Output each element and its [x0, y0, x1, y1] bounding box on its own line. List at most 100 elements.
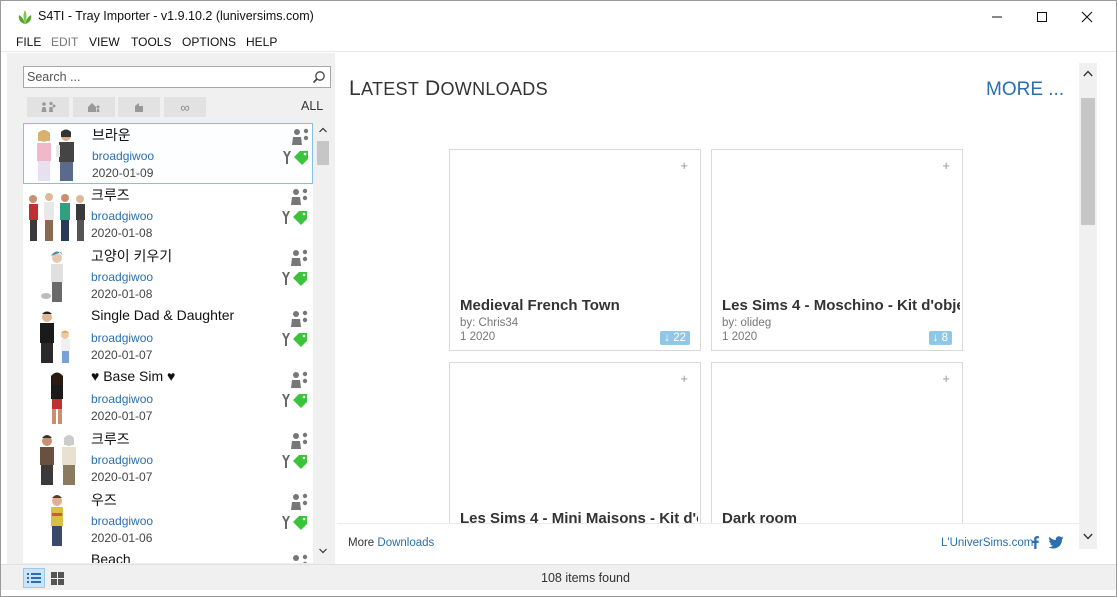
item-author-link[interactable]: broadgiwoo [92, 149, 154, 163]
download-arrow-icon: ↓ [664, 332, 674, 344]
household-type-icon [291, 188, 308, 205]
list-view-icon [27, 573, 41, 583]
item-date: 2020-01-08 [91, 287, 153, 301]
heading-text: LATEST DOWNLOADS [349, 77, 548, 100]
item-date: 2020-01-07 [91, 470, 153, 484]
close-button[interactable] [1064, 1, 1110, 32]
card-title: Medieval French Town [460, 297, 620, 314]
tray-item-list[interactable]: 브라운 broadgiwoo 2020-01-09 크루즈 broadgiwoo… [23, 123, 313, 563]
more-link[interactable]: MORE ... [986, 79, 1064, 101]
add-icon[interactable]: + [942, 371, 950, 386]
twitter-icon[interactable] [1048, 536, 1064, 549]
item-date: 2020-01-08 [91, 226, 153, 240]
tools-tag-icon [282, 211, 307, 225]
filter-all-label[interactable]: ALL [301, 99, 323, 113]
menu-edit[interactable]: EDIT [51, 35, 78, 49]
list-item[interactable]: 고양이 키우기 broadgiwoo 2020-01-08 [23, 245, 313, 306]
maximize-button[interactable] [1019, 1, 1065, 32]
tools-tag-icon [282, 272, 307, 286]
tools-tag-icon [282, 455, 307, 469]
household-type-icon [291, 310, 308, 327]
app-logo-icon [18, 10, 32, 24]
item-author-link[interactable]: broadgiwoo [91, 453, 153, 467]
item-name: 우즈 [91, 492, 117, 508]
site-link[interactable]: L'UniverSims.com [941, 537, 1033, 549]
main-panel: LATEST DOWNLOADS MORE ... + Medieval Fre… [337, 53, 1098, 564]
item-date: 2020-01-07 [91, 348, 153, 362]
infinity-icon: ∞ [180, 99, 190, 115]
grid-view-icon [50, 571, 64, 585]
item-author-link[interactable]: broadgiwoo [91, 270, 153, 284]
household-type-icon [291, 371, 308, 388]
maximize-icon [1037, 11, 1047, 22]
item-name: Beach [91, 551, 131, 563]
household-thumbnail [40, 435, 76, 485]
tools-tag-icon [283, 151, 308, 165]
menu-file[interactable]: FILE [16, 35, 41, 49]
card-author: by: olideg [722, 317, 772, 329]
item-date: 2020-01-07 [91, 409, 153, 423]
footer-more-text: More [348, 537, 375, 549]
chevron-up-icon[interactable] [319, 127, 327, 133]
item-author-link[interactable]: broadgiwoo [91, 514, 153, 528]
list-item[interactable]: 브라운 broadgiwoo 2020-01-09 [23, 123, 313, 184]
item-name: 고양이 키우기 [91, 248, 173, 264]
list-scrollbar[interactable] [315, 123, 331, 563]
list-item[interactable]: 크루즈 broadgiwoo 2020-01-07 [23, 428, 313, 489]
list-item[interactable]: 크루즈 broadgiwoo 2020-01-08 [23, 184, 313, 245]
grid-view-button[interactable] [46, 568, 68, 588]
household-type-icon [291, 493, 308, 510]
search-icon[interactable] [312, 70, 326, 84]
menu-tools[interactable]: TOOLS [131, 35, 171, 49]
filter-rooms-button[interactable] [118, 97, 160, 117]
status-bar: 108 items found [1, 564, 1116, 590]
item-author-link[interactable]: broadgiwoo [91, 209, 153, 223]
list-item[interactable]: 우즈 broadgiwoo 2020-01-06 [23, 489, 313, 550]
item-date: 2020-01-06 [91, 531, 153, 545]
item-author-link[interactable]: broadgiwoo [91, 331, 153, 345]
filter-lots-button[interactable] [73, 97, 115, 117]
download-card[interactable]: + Les Sims 4 - Moschino - Kit d'objets b… [711, 149, 963, 351]
sidebar: ∞ ALL 브라운 broadgiwoo 2020-01-09 [7, 53, 335, 564]
household-thumbnail [51, 372, 63, 424]
latest-downloads-heading: LATEST DOWNLOADS [349, 77, 548, 101]
more-downloads-link[interactable]: Downloads [377, 537, 434, 549]
filter-households-button[interactable] [27, 97, 69, 117]
chevron-down-icon[interactable] [319, 548, 327, 554]
list-scrollbar-thumb[interactable] [317, 141, 329, 165]
facebook-icon[interactable] [1030, 535, 1040, 549]
filter-all-types-button[interactable]: ∞ [164, 97, 206, 117]
household-icon [41, 101, 56, 112]
list-item[interactable]: Single Dad & Daughter broadgiwoo 2020-01… [23, 306, 313, 367]
household-type-icon [291, 432, 308, 449]
tools-tag-icon [282, 333, 307, 347]
main-scrollbar-thumb[interactable] [1081, 98, 1095, 225]
card-title: Les Sims 4 - Moschino - Kit d'objets [722, 297, 960, 314]
item-author-link[interactable]: broadgiwoo [91, 392, 153, 406]
minimize-icon [992, 16, 1002, 17]
list-item[interactable]: ♥ Base Sim ♥ broadgiwoo 2020-01-07 [23, 367, 313, 428]
menu-view[interactable]: VIEW [89, 35, 120, 49]
item-date: 2020-01-09 [92, 166, 154, 180]
list-view-button[interactable] [23, 568, 45, 588]
download-card[interactable]: + Medieval French Town by: Chris34 1 202… [449, 149, 701, 351]
chevron-down-icon[interactable] [1083, 533, 1093, 540]
menu-options[interactable]: OPTIONS [182, 35, 236, 49]
minimize-button[interactable] [974, 1, 1020, 32]
window-title: S4TI - Tray Importer - v1.9.10.2 (lunive… [38, 9, 314, 23]
add-icon[interactable]: + [680, 371, 688, 386]
menu-help[interactable]: HELP [246, 35, 277, 49]
download-arrow-icon: ↓ [932, 332, 942, 344]
main-scrollbar[interactable] [1079, 63, 1097, 549]
list-item[interactable]: Beach [23, 550, 313, 563]
card-date: 1 2020 [460, 331, 496, 343]
chevron-up-icon[interactable] [1083, 70, 1093, 77]
downloads-footer: More Downloads L'UniverSims.com [337, 523, 1079, 564]
download-count-badge: ↓ 22 [660, 331, 690, 345]
item-name: 브라운 [92, 127, 131, 143]
household-type-icon [293, 554, 308, 563]
add-icon[interactable]: + [680, 158, 688, 173]
item-name: 크루즈 [91, 187, 130, 203]
search-input[interactable] [27, 69, 307, 85]
add-icon[interactable]: + [942, 158, 950, 173]
